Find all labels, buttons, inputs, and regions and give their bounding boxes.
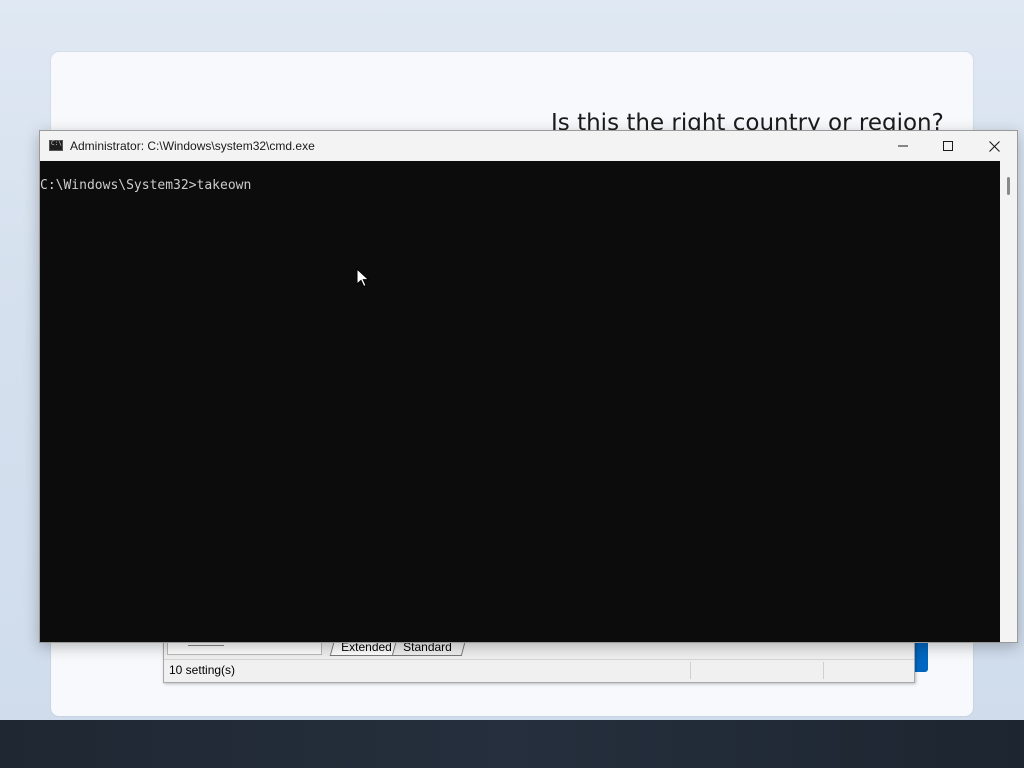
taskbar-strip	[0, 720, 1024, 768]
minimize-button[interactable]	[880, 131, 926, 161]
status-bar: 10 setting(s)	[164, 659, 914, 681]
status-separator	[690, 662, 691, 679]
list-separator	[188, 645, 224, 646]
status-text: 10 setting(s)	[169, 663, 236, 677]
console-output[interactable]: C:\Windows\System32>takeown	[40, 161, 1000, 642]
window-title: Administrator: C:\Windows\system32\cmd.e…	[70, 139, 315, 153]
maximize-button[interactable]	[925, 131, 971, 161]
command-prompt-line: C:\Windows\System32>takeown	[40, 178, 252, 193]
minimize-icon	[898, 145, 908, 147]
close-button[interactable]	[971, 131, 1017, 161]
close-icon	[988, 140, 1000, 152]
status-separator	[823, 662, 824, 679]
scrollbar-thumb[interactable]	[1007, 177, 1010, 195]
mouse-pointer-icon	[356, 268, 370, 288]
cmd-titlebar[interactable]: Administrator: C:\Windows\system32\cmd.e…	[40, 131, 1017, 161]
vertical-scrollbar[interactable]	[1000, 161, 1017, 642]
cmd-icon	[49, 140, 63, 151]
maximize-icon	[943, 141, 953, 151]
cmd-window[interactable]: Administrator: C:\Windows\system32\cmd.e…	[39, 130, 1018, 643]
